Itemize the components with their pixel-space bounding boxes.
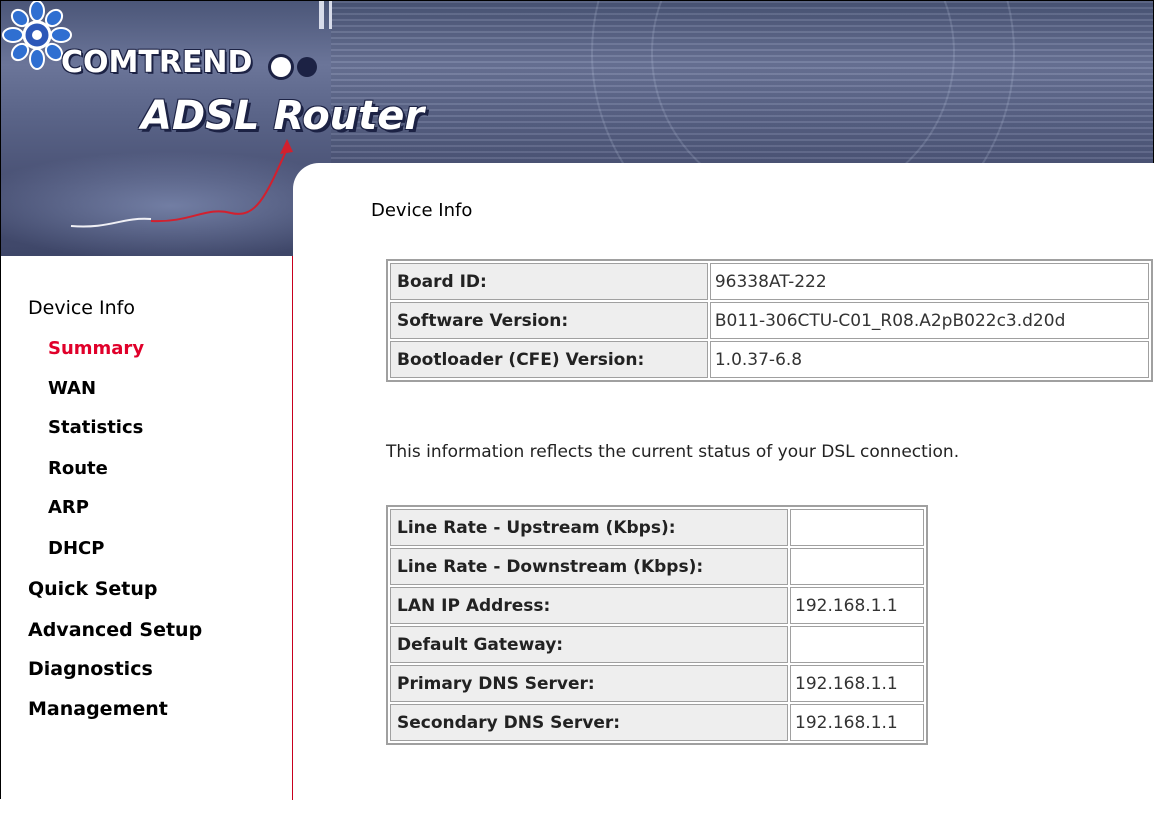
board-id-label: Board ID:: [390, 263, 708, 300]
table-row: Software Version: B011-306CTU-C01_R08.A2…: [390, 302, 1149, 339]
sidebar-item-wan[interactable]: WAN: [48, 378, 96, 399]
board-id-value: 96338AT-222: [709, 263, 1149, 300]
table-row: Bootloader (CFE) Version: 1.0.37-6.8: [390, 341, 1149, 378]
sidebar-item-arp[interactable]: ARP: [48, 497, 89, 518]
table-row: Default Gateway:: [390, 626, 924, 663]
primary-dns-value: 192.168.1.1: [790, 665, 924, 702]
sidebar-item-summary[interactable]: Summary: [48, 338, 144, 359]
sidebar-item-dhcp[interactable]: DHCP: [48, 538, 104, 559]
lan-ip-value: 192.168.1.1: [790, 587, 924, 624]
dsl-status-table: Line Rate - Upstream (Kbps): Line Rate -…: [386, 505, 928, 745]
sidebar-item-diagnostics[interactable]: Diagnostics: [28, 658, 153, 680]
secondary-dns-value: 192.168.1.1: [790, 704, 924, 741]
sidebar-item-route[interactable]: Route: [48, 458, 108, 479]
downstream-rate-label: Line Rate - Downstream (Kbps):: [390, 548, 788, 585]
software-version-value: B011-306CTU-C01_R08.A2pB022c3.d20d: [709, 302, 1149, 339]
upstream-rate-value: [790, 509, 924, 546]
default-gateway-value: [790, 626, 924, 663]
software-version-label: Software Version:: [390, 302, 708, 339]
bootloader-version-label: Bootloader (CFE) Version:: [390, 341, 708, 378]
sidebar-item-management[interactable]: Management: [28, 698, 168, 720]
sidebar-nav: Device Info Summary WAN Statistics Route…: [1, 256, 293, 800]
upstream-rate-label: Line Rate - Upstream (Kbps):: [390, 509, 788, 546]
brand-circle-icon: [271, 57, 291, 77]
page-title: Device Info: [371, 200, 473, 221]
brand-name: COMTREND: [61, 45, 253, 80]
sidebar-item-statistics[interactable]: Statistics: [48, 417, 143, 438]
growth-arrow-icon: [150, 150, 287, 223]
table-row: Primary DNS Server: 192.168.1.1: [390, 665, 924, 702]
table-row: Board ID: 96338AT-222: [390, 263, 1149, 300]
bootloader-version-value: 1.0.37-6.8: [709, 341, 1149, 378]
sidebar-item-quick-setup[interactable]: Quick Setup: [28, 578, 157, 600]
default-gateway-label: Default Gateway:: [390, 626, 788, 663]
lan-ip-label: LAN IP Address:: [390, 587, 788, 624]
sidebar-item-advanced-setup[interactable]: Advanced Setup: [28, 619, 202, 641]
secondary-dns-label: Secondary DNS Server:: [390, 704, 788, 741]
table-row: Line Rate - Upstream (Kbps):: [390, 509, 924, 546]
table-row: Line Rate - Downstream (Kbps):: [390, 548, 924, 585]
status-note: This information reflects the current st…: [386, 442, 960, 462]
brand-circle-icon: [297, 57, 317, 77]
downstream-rate-value: [790, 548, 924, 585]
table-row: LAN IP Address: 192.168.1.1: [390, 587, 924, 624]
product-name: ADSL Router: [141, 93, 425, 139]
sidebar-item-device-info[interactable]: Device Info: [28, 297, 135, 319]
primary-dns-label: Primary DNS Server:: [390, 665, 788, 702]
device-info-table: Board ID: 96338AT-222 Software Version: …: [386, 259, 1153, 382]
table-row: Secondary DNS Server: 192.168.1.1: [390, 704, 924, 741]
